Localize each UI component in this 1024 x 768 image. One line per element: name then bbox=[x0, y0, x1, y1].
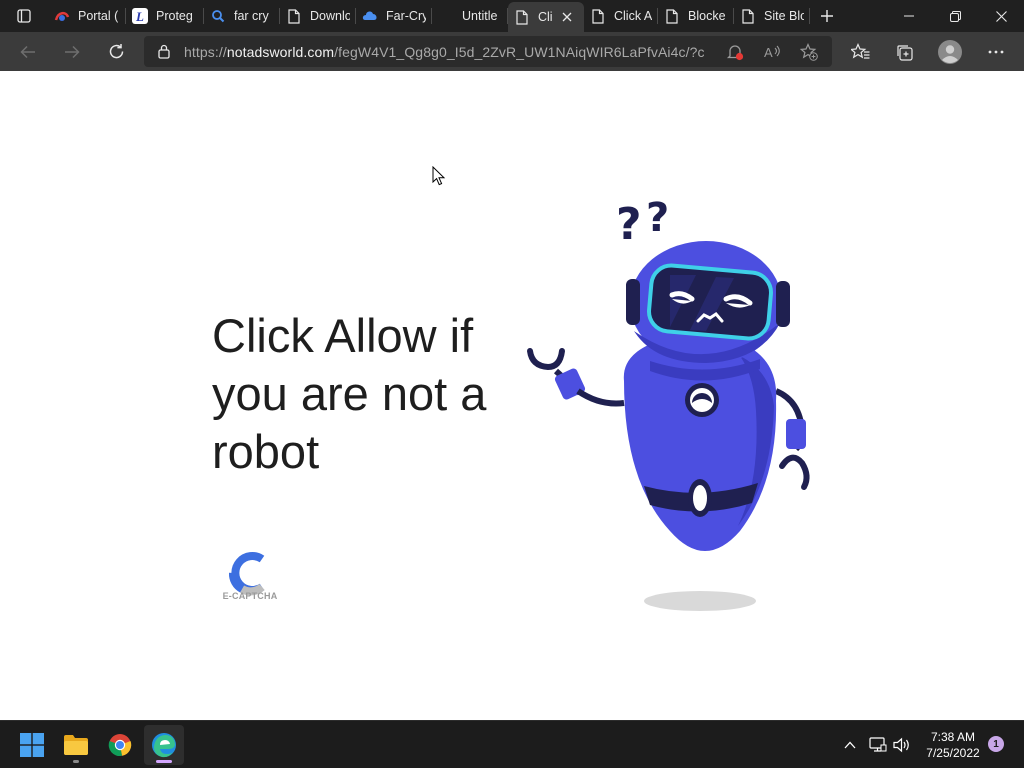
avatar-icon bbox=[938, 39, 962, 64]
tab-click-allow[interactable]: Click A bbox=[584, 0, 658, 32]
tab-protegent[interactable]: L Proteg bbox=[126, 0, 204, 32]
start-button[interactable] bbox=[12, 725, 52, 765]
favorites-button[interactable] bbox=[838, 32, 882, 71]
chrome-icon bbox=[108, 734, 132, 757]
tab-site-blocked[interactable]: Site Blo bbox=[734, 0, 810, 32]
chevron-up-icon bbox=[844, 741, 856, 749]
taskbar-chrome[interactable] bbox=[100, 725, 140, 765]
svg-text:?: ? bbox=[646, 195, 669, 241]
svg-text:?: ? bbox=[616, 199, 642, 250]
minimize-icon bbox=[904, 15, 914, 17]
url-path: /fegW4V1_Qg8g0_I5d_2ZvR_UW1NAiqWIR6LaPfv… bbox=[334, 43, 704, 60]
tab-label: Untitle bbox=[462, 9, 498, 23]
forward-arrow-icon bbox=[65, 45, 80, 58]
new-tab-button[interactable] bbox=[810, 0, 844, 32]
tab-label: far cry bbox=[234, 9, 269, 23]
tab-label: Cli bbox=[538, 10, 553, 24]
taskbar-file-explorer[interactable] bbox=[56, 725, 96, 765]
taskbar-edge[interactable] bbox=[144, 725, 184, 765]
add-favorite-icon[interactable] bbox=[798, 41, 820, 63]
tab-blocked[interactable]: Blocke bbox=[658, 0, 734, 32]
plus-icon bbox=[821, 10, 833, 22]
collections-button[interactable] bbox=[882, 32, 926, 71]
window-controls bbox=[886, 0, 1024, 32]
svg-text:L: L bbox=[135, 9, 144, 24]
volume-icon[interactable] bbox=[892, 735, 912, 755]
tab-label: Blocke bbox=[688, 9, 726, 23]
restore-icon bbox=[949, 10, 961, 22]
page-icon bbox=[664, 8, 680, 24]
windows-taskbar: 7:38 AM 7/25/2022 bbox=[0, 720, 1024, 768]
address-bar[interactable]: https://notadsworld.com/fegW4V1_Qg8g0_I5… bbox=[144, 36, 832, 67]
tab-label: Far-Cry bbox=[386, 9, 426, 23]
page-icon bbox=[590, 8, 606, 24]
svg-text:A: A bbox=[764, 45, 773, 60]
mouse-cursor-icon bbox=[432, 166, 446, 186]
tab-far-cry-search[interactable]: far cry bbox=[204, 0, 280, 32]
tab-portal[interactable]: Portal ( bbox=[48, 0, 126, 32]
notification-badge[interactable]: 1 bbox=[988, 736, 1004, 752]
show-hidden-icons-button[interactable] bbox=[840, 735, 860, 755]
running-indicator bbox=[73, 760, 79, 763]
favorites-icon bbox=[850, 42, 869, 59]
tab-actions-button[interactable] bbox=[0, 0, 48, 32]
notification-blocked-icon[interactable] bbox=[724, 41, 746, 63]
tab-actions-icon bbox=[17, 9, 31, 23]
back-button[interactable] bbox=[6, 32, 50, 71]
close-icon bbox=[995, 10, 1007, 22]
tab-untitled[interactable]: Untitle bbox=[432, 0, 508, 32]
search-icon bbox=[210, 8, 226, 24]
forward-button[interactable] bbox=[50, 32, 94, 71]
close-window-button[interactable] bbox=[978, 0, 1024, 32]
more-icon bbox=[988, 50, 1004, 53]
e-captcha-label: E-CAPTCHA bbox=[222, 591, 278, 601]
tab-strip: Portal ( L Proteg far cry Downlo Far-Cry… bbox=[0, 0, 1024, 32]
restore-button[interactable] bbox=[932, 0, 978, 32]
page-icon bbox=[514, 9, 530, 25]
profile-button[interactable] bbox=[928, 32, 972, 71]
read-aloud-icon[interactable]: A bbox=[762, 41, 784, 63]
tab-label: Proteg bbox=[156, 9, 193, 23]
page-icon bbox=[286, 8, 302, 24]
tab-label: Portal ( bbox=[78, 9, 119, 23]
folder-icon bbox=[64, 735, 88, 755]
tab-label: Downlo bbox=[310, 9, 350, 23]
url-scheme: https:// bbox=[184, 43, 227, 60]
collections-icon bbox=[897, 44, 913, 61]
browser-toolbar: https://notadsworld.com/fegW4V1_Qg8g0_I5… bbox=[0, 32, 1024, 71]
tab-click-active[interactable]: Cli bbox=[508, 2, 584, 32]
portal-favicon bbox=[54, 8, 70, 24]
settings-more-button[interactable] bbox=[974, 32, 1018, 71]
page-icon bbox=[740, 8, 756, 24]
active-indicator bbox=[156, 760, 172, 763]
tab-label: Site Blo bbox=[764, 9, 804, 23]
refresh-icon bbox=[109, 44, 123, 59]
network-icon[interactable] bbox=[868, 735, 888, 755]
robot-illustration: ? ? bbox=[527, 195, 810, 611]
close-icon[interactable] bbox=[559, 9, 575, 25]
url-text[interactable]: https://notadsworld.com/fegW4V1_Qg8g0_I5… bbox=[184, 44, 704, 60]
tab-label: Click A bbox=[614, 9, 652, 23]
minimize-button[interactable] bbox=[886, 0, 932, 32]
tab-download[interactable]: Downlo bbox=[280, 0, 356, 32]
clock-time: 7:38 AM bbox=[930, 730, 976, 744]
edge-icon bbox=[152, 733, 176, 758]
windows-logo-icon bbox=[20, 733, 44, 757]
back-arrow-icon bbox=[20, 45, 35, 58]
protegent-favicon: L bbox=[132, 8, 148, 24]
refresh-button[interactable] bbox=[94, 32, 138, 71]
page-headline: Click Allow if you are not a robot bbox=[212, 309, 487, 478]
tab-far-cry[interactable]: Far-Cry bbox=[356, 0, 432, 32]
taskbar-clock[interactable]: 7:38 AM 7/25/2022 bbox=[918, 729, 988, 761]
lock-icon[interactable] bbox=[144, 44, 184, 59]
url-domain: notadsworld.com bbox=[226, 43, 335, 60]
web-page: Click Allow if you are not a robot E-CAP… bbox=[0, 71, 1024, 720]
cloud-icon bbox=[362, 8, 378, 24]
clock-date: 7/25/2022 bbox=[926, 746, 980, 760]
